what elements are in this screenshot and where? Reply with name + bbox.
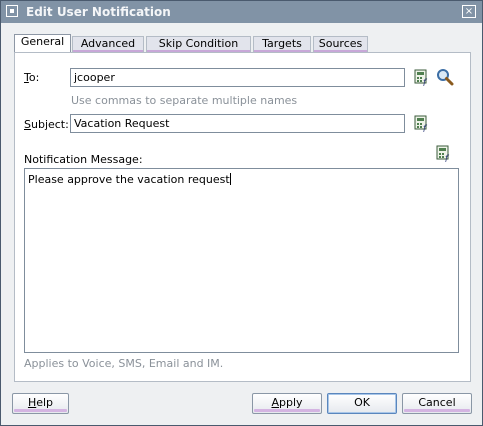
to-hint-text: Use commas to separate multiple names: [71, 94, 298, 107]
tab-skip-condition[interactable]: Skip Condition: [146, 36, 251, 52]
button-accent: [254, 409, 320, 412]
apply-button[interactable]: Apply: [252, 393, 322, 414]
help-button[interactable]: Help: [12, 393, 69, 414]
button-accent: [14, 409, 67, 412]
tab-general[interactable]: General: [14, 34, 71, 52]
notification-message-label: Notification Message:: [24, 153, 143, 166]
button-accent: [404, 409, 470, 412]
subject-input[interactable]: Vacation Request: [70, 114, 405, 133]
subject-expression-builder-icon[interactable]: f: [414, 115, 430, 133]
subject-label: Subject:: [24, 118, 69, 131]
tab-label: Advanced: [80, 37, 136, 50]
applies-note: Applies to Voice, SMS, Email and IM.: [24, 357, 224, 370]
search-icon[interactable]: [436, 68, 454, 86]
tab-sources[interactable]: Sources: [313, 36, 368, 52]
message-expression-builder-icon[interactable]: f: [436, 145, 452, 163]
notification-message-value: Please approve the vacation request: [28, 173, 230, 186]
svg-text:f: f: [422, 78, 428, 86]
tab-targets[interactable]: Targets: [253, 36, 311, 52]
svg-text:f: f: [444, 154, 450, 162]
svg-text:f: f: [422, 124, 428, 132]
ok-button[interactable]: OK: [327, 393, 397, 414]
ok-button-label: OK: [354, 396, 370, 409]
cancel-button[interactable]: Cancel: [402, 393, 472, 414]
apply-button-label: Apply: [271, 396, 303, 409]
subject-input-value: Vacation Request: [74, 117, 170, 130]
to-input-value: jcooper: [74, 71, 115, 84]
to-input[interactable]: jcooper: [70, 68, 405, 87]
to-expression-builder-icon[interactable]: f: [414, 69, 430, 87]
tab-label: Sources: [318, 37, 363, 50]
tab-label: Targets: [262, 37, 302, 50]
notification-message-textarea[interactable]: Please approve the vacation request: [24, 168, 459, 353]
help-button-label: Help: [27, 396, 54, 409]
tab-label: General: [20, 35, 65, 48]
window-menu-icon[interactable]: [6, 5, 18, 17]
close-icon[interactable]: ×: [462, 5, 476, 18]
window-title: Edit User Notification: [26, 5, 171, 19]
edit-user-notification-dialog: Edit User Notification × General Advance…: [0, 0, 483, 426]
tab-advanced[interactable]: Advanced: [72, 36, 144, 52]
text-caret: [229, 173, 231, 185]
tab-label: Skip Condition: [158, 37, 239, 50]
cancel-button-label: Cancel: [418, 396, 456, 409]
to-label: To:: [24, 71, 40, 84]
title-bar[interactable]: Edit User Notification ×: [1, 1, 482, 23]
